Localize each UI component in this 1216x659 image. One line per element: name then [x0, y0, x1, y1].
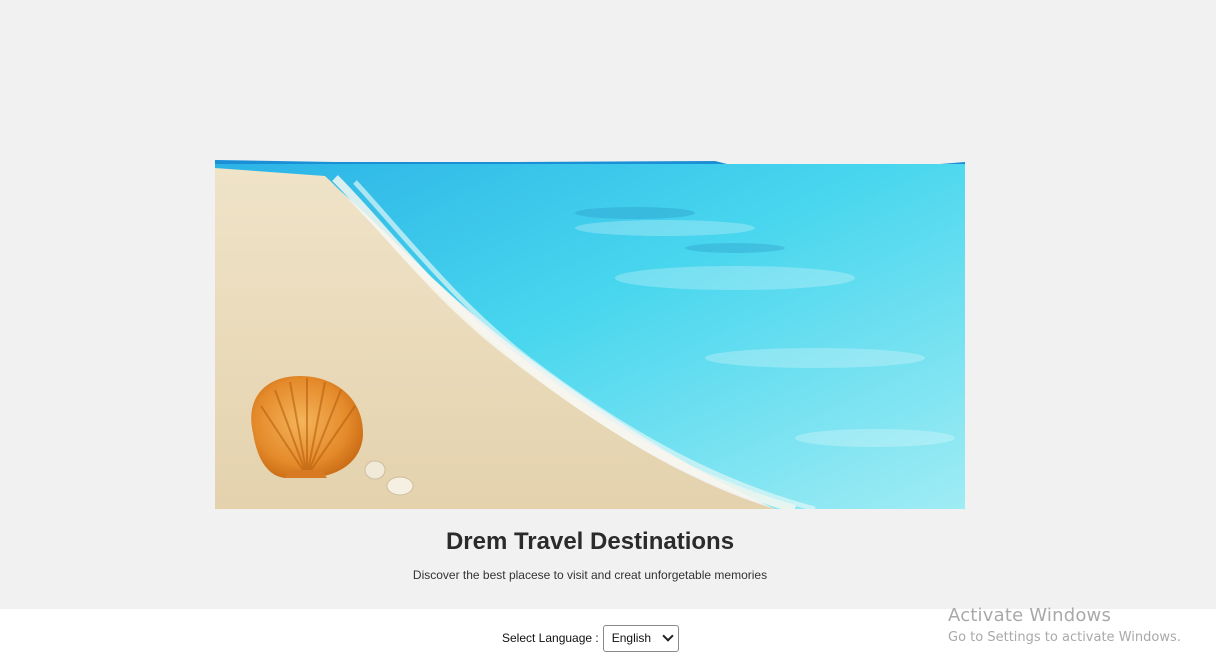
windows-activation-watermark: Activate Windows Go to Settings to activ…	[948, 605, 1181, 647]
chevron-down-icon	[662, 630, 674, 642]
language-selector-row: Select Language : English	[502, 624, 679, 652]
language-select[interactable]: English	[602, 624, 679, 652]
language-label: Select Language :	[502, 631, 599, 645]
page-subtitle: Discover the best placese to visit and c…	[412, 568, 768, 582]
language-select-value: English	[611, 631, 652, 645]
hero-section: Drem Travel Destinations Discover the be…	[0, 0, 1216, 609]
beach-hero-image	[215, 158, 965, 509]
watermark-subtitle: Go to Settings to activate Windows.	[948, 630, 1181, 645]
watermark-title: Activate Windows	[948, 605, 1112, 626]
page-title: Drem Travel Destinations	[445, 528, 735, 555]
